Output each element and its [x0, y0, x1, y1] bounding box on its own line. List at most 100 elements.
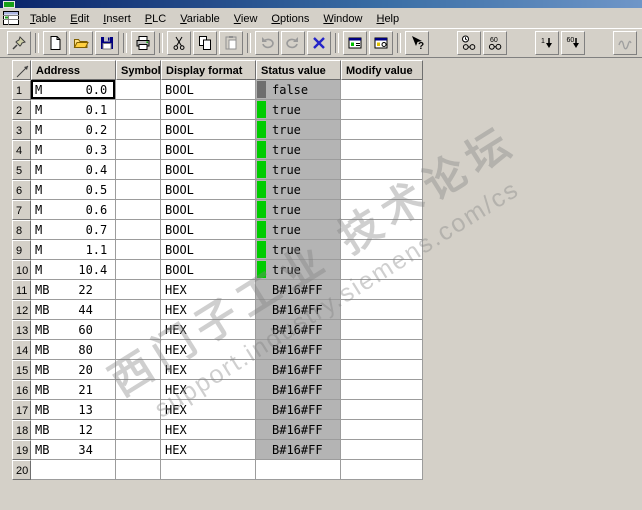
- modify-value-cell[interactable]: [341, 160, 423, 180]
- address-cell[interactable]: MB 21: [31, 380, 116, 400]
- row-number[interactable]: 19: [12, 440, 31, 460]
- save-button[interactable]: [95, 31, 119, 55]
- cut-button[interactable]: [167, 31, 191, 55]
- paste-button[interactable]: [219, 31, 243, 55]
- modify-once-button[interactable]: 1: [535, 31, 559, 55]
- undo-button[interactable]: [255, 31, 279, 55]
- menu-item-insert[interactable]: Insert: [96, 11, 138, 27]
- address-cell[interactable]: MB 60: [31, 320, 116, 340]
- modify-value-cell[interactable]: [341, 460, 423, 480]
- vat-window-icon[interactable]: [3, 11, 19, 25]
- monitor-button[interactable]: 60: [483, 31, 507, 55]
- modify-value-cell[interactable]: [341, 280, 423, 300]
- display-format-cell[interactable]: HEX: [161, 360, 256, 380]
- modify-value-cell[interactable]: [341, 180, 423, 200]
- symbol-cell[interactable]: [116, 400, 161, 420]
- symbol-cell[interactable]: [116, 320, 161, 340]
- status-value-cell[interactable]: B#16#FF: [256, 420, 341, 440]
- display-format-cell[interactable]: HEX: [161, 440, 256, 460]
- symbol-cell[interactable]: [116, 100, 161, 120]
- status-value-cell[interactable]: true: [256, 100, 341, 120]
- monitor-once-button[interactable]: [457, 31, 481, 55]
- row-number[interactable]: 8: [12, 220, 31, 240]
- menu-item-variable[interactable]: Variable: [173, 11, 227, 27]
- delete-button[interactable]: [307, 31, 331, 55]
- display-format-cell[interactable]: HEX: [161, 340, 256, 360]
- column-header-address[interactable]: Address: [31, 60, 116, 80]
- display-format-cell[interactable]: HEX: [161, 280, 256, 300]
- status-value-cell[interactable]: [256, 460, 341, 480]
- address-cell[interactable]: MB 34: [31, 440, 116, 460]
- status-value-cell[interactable]: B#16#FF: [256, 320, 341, 340]
- status-value-cell[interactable]: false: [256, 80, 341, 100]
- row-number[interactable]: 14: [12, 340, 31, 360]
- status-value-cell[interactable]: B#16#FF: [256, 400, 341, 420]
- row-number[interactable]: 13: [12, 320, 31, 340]
- print-button[interactable]: [131, 31, 155, 55]
- row-number[interactable]: 2: [12, 100, 31, 120]
- modify-button[interactable]: 60: [561, 31, 585, 55]
- display-format-cell[interactable]: HEX: [161, 400, 256, 420]
- modify-value-cell[interactable]: [341, 340, 423, 360]
- modify-value-cell[interactable]: [341, 100, 423, 120]
- status-value-cell[interactable]: true: [256, 140, 341, 160]
- display-format-cell[interactable]: BOOL: [161, 80, 256, 100]
- status-value-cell[interactable]: true: [256, 120, 341, 140]
- address-cell[interactable]: MB 22: [31, 280, 116, 300]
- address-cell[interactable]: M 0.2: [31, 120, 116, 140]
- modify-value-cell[interactable]: [341, 200, 423, 220]
- row-number[interactable]: 1: [12, 80, 31, 100]
- status-value-cell[interactable]: true: [256, 240, 341, 260]
- row-number[interactable]: 17: [12, 400, 31, 420]
- address-cell[interactable]: MB 20: [31, 360, 116, 380]
- status-value-cell[interactable]: B#16#FF: [256, 380, 341, 400]
- modify-value-cell[interactable]: [341, 240, 423, 260]
- open-button[interactable]: [69, 31, 93, 55]
- column-header-display-format[interactable]: Display format: [161, 60, 256, 80]
- modify-value-cell[interactable]: [341, 80, 423, 100]
- column-header-symbol[interactable]: Symbol: [116, 60, 161, 80]
- display-format-cell[interactable]: BOOL: [161, 200, 256, 220]
- status-value-cell[interactable]: true: [256, 200, 341, 220]
- row-number[interactable]: 7: [12, 200, 31, 220]
- monitor-window-button[interactable]: [343, 31, 367, 55]
- row-number[interactable]: 15: [12, 360, 31, 380]
- modify-value-cell[interactable]: [341, 440, 423, 460]
- menu-item-window[interactable]: Window: [316, 11, 369, 27]
- copy-button[interactable]: [193, 31, 217, 55]
- modify-value-cell[interactable]: [341, 260, 423, 280]
- row-number[interactable]: 3: [12, 120, 31, 140]
- modify-value-cell[interactable]: [341, 320, 423, 340]
- display-format-cell[interactable]: BOOL: [161, 180, 256, 200]
- symbol-cell[interactable]: [116, 260, 161, 280]
- display-format-cell[interactable]: HEX: [161, 380, 256, 400]
- symbol-cell[interactable]: [116, 300, 161, 320]
- status-value-cell[interactable]: true: [256, 260, 341, 280]
- modify-value-cell[interactable]: [341, 300, 423, 320]
- modify-value-cell[interactable]: [341, 420, 423, 440]
- address-cell[interactable]: M 10.4: [31, 260, 116, 280]
- modify-value-cell[interactable]: [341, 400, 423, 420]
- display-format-cell[interactable]: BOOL: [161, 120, 256, 140]
- address-cell[interactable]: M 0.0: [31, 80, 116, 100]
- column-header-modify-value[interactable]: Modify value: [341, 60, 423, 80]
- status-value-cell[interactable]: B#16#FF: [256, 300, 341, 320]
- menu-item-options[interactable]: Options: [264, 11, 316, 27]
- menu-item-edit[interactable]: Edit: [63, 11, 96, 27]
- display-format-cell[interactable]: BOOL: [161, 100, 256, 120]
- status-value-cell[interactable]: B#16#FF: [256, 440, 341, 460]
- row-number[interactable]: 16: [12, 380, 31, 400]
- display-format-cell[interactable]: HEX: [161, 320, 256, 340]
- address-cell[interactable]: MB 44: [31, 300, 116, 320]
- symbol-cell[interactable]: [116, 420, 161, 440]
- pin-button[interactable]: [7, 31, 31, 55]
- title-bar[interactable]: [0, 0, 642, 8]
- redo-button[interactable]: [281, 31, 305, 55]
- corner-cell[interactable]: [12, 60, 31, 80]
- symbol-cell[interactable]: [116, 240, 161, 260]
- symbol-cell[interactable]: [116, 80, 161, 100]
- display-format-cell[interactable]: BOOL: [161, 140, 256, 160]
- address-cell[interactable]: M 0.7: [31, 220, 116, 240]
- symbol-cell[interactable]: [116, 180, 161, 200]
- status-value-cell[interactable]: B#16#FF: [256, 340, 341, 360]
